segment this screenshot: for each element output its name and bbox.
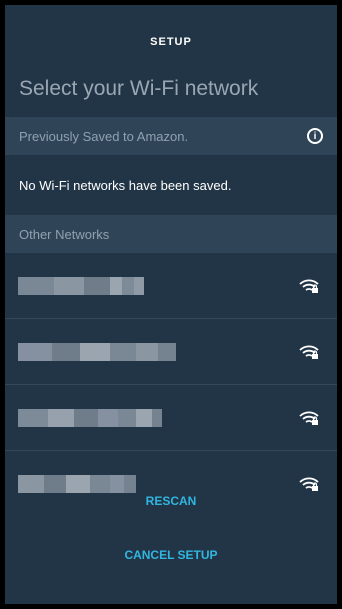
rescan-button[interactable]: RESCAN xyxy=(5,482,337,520)
wifi-lock-icon xyxy=(299,279,319,293)
network-row[interactable] xyxy=(5,385,337,451)
setup-screen: SETUP Select your Wi-Fi network Previous… xyxy=(0,0,342,609)
no-saved-networks-text: No Wi-Fi networks have been saved. xyxy=(19,177,232,193)
wifi-lock-icon xyxy=(299,345,319,359)
header: SETUP xyxy=(5,5,337,79)
redacted-network-name xyxy=(18,408,162,427)
saved-networks-header: Previously Saved to Amazon. i xyxy=(5,117,337,155)
cancel-setup-button[interactable]: CANCEL SETUP xyxy=(5,536,337,574)
network-row[interactable] xyxy=(5,319,337,385)
other-networks-header: Other Networks xyxy=(5,215,337,253)
network-list xyxy=(5,253,337,516)
redacted-network-name xyxy=(18,342,176,361)
redacted-network-name xyxy=(18,276,144,295)
network-row[interactable] xyxy=(5,253,337,319)
actions: RESCAN CANCEL SETUP xyxy=(5,482,337,574)
saved-networks-label: Previously Saved to Amazon. xyxy=(19,128,189,144)
other-networks-label: Other Networks xyxy=(19,226,110,242)
subtitle: Select your Wi-Fi network xyxy=(19,77,259,100)
page-title: SETUP xyxy=(150,36,192,48)
info-icon[interactable]: i xyxy=(307,128,323,144)
wifi-lock-icon xyxy=(299,411,319,425)
